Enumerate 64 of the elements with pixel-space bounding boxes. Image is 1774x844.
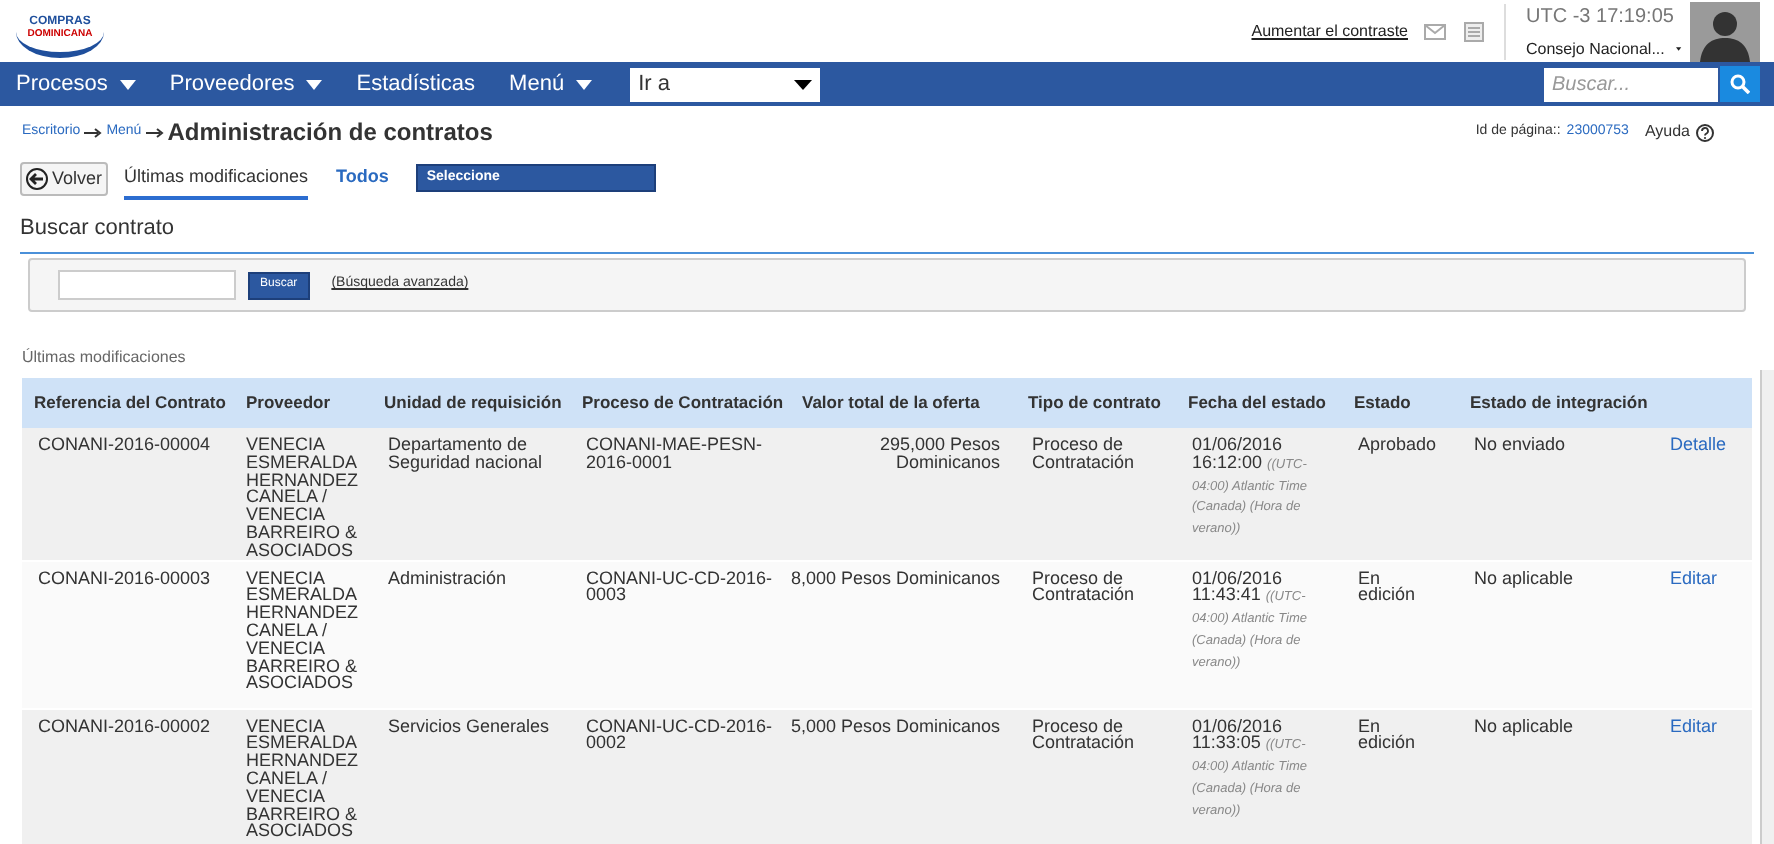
table-cell: CONANI-2016-00002 <box>38 715 211 736</box>
table-cell: VENECIA ESMERALDA HERNANDEZ CANELA / VENECIA BARREIRO & ASOCIADOS <box>246 434 359 560</box>
mail-icon[interactable] <box>1424 23 1446 39</box>
table-cell: Proceso de Contratación <box>1032 434 1135 472</box>
column-header: Unidad de requisición <box>372 378 570 428</box>
table-cell: En edición <box>1358 567 1416 605</box>
tab[interactable]: Últimas modificaciones <box>124 158 309 200</box>
section-title: Buscar contrato <box>20 216 175 240</box>
column-header: Proveedor <box>234 378 372 428</box>
help-icon[interactable] <box>1696 123 1714 141</box>
search-icon <box>1730 74 1750 94</box>
back-button[interactable]: Volver <box>20 162 109 196</box>
nav-menu-item[interactable]: Menú <box>509 67 593 101</box>
table-cell: 295,000 Pesos Dominicanos <box>879 434 1000 472</box>
table-cell: CONANI-UC-CD-2016-0002 <box>586 715 773 753</box>
timezone-label: UTC -3 <box>1526 5 1591 27</box>
nav-menu-item[interactable]: Proveedores <box>169 67 323 101</box>
search-field[interactable]: Buscar... <box>1544 67 1718 101</box>
goto-select[interactable]: Ir a <box>630 67 821 101</box>
caret-icon <box>794 79 813 89</box>
contrast-link[interactable]: Aumentar el contraste <box>1251 19 1408 43</box>
clock-time: 17:19:05 <box>1596 5 1674 27</box>
nav-menu-item[interactable]: Procesos <box>16 67 136 101</box>
table-cell: 5,000 Pesos Dominicanos <box>790 715 1000 736</box>
table-cell: No aplicable <box>1474 715 1574 736</box>
table-cell: Servicios Generales <box>388 715 550 736</box>
back-arrow-icon <box>26 168 48 190</box>
column-header: Valor total de la oferta <box>790 378 1016 428</box>
row-action-link[interactable]: Editar <box>1670 715 1718 736</box>
table-cell: CONANI-UC-CD-2016-0003 <box>586 567 773 605</box>
table-cell: CONANI-MAE-PESN-2016-0001 <box>586 434 763 472</box>
arrow-icon <box>145 127 164 137</box>
column-header: Referencia del Contrato <box>22 378 234 428</box>
table-cell: VENECIA ESMERALDA HERNANDEZ CANELA / VENECIA BARREIRO & ASOCIADOS <box>246 715 359 841</box>
table-cell: Aprobado <box>1358 434 1437 454</box>
table-cell: Proceso de Contratación <box>1032 715 1135 753</box>
contract-search-field[interactable] <box>58 270 236 300</box>
arrow-icon <box>84 127 103 137</box>
column-header: Tipo de contrato <box>1016 378 1176 428</box>
nav-menu-item[interactable]: Estadísticas <box>356 67 476 101</box>
table-cell: CONANI-2016-00004 <box>38 434 211 454</box>
table-cell: En edición <box>1358 715 1416 753</box>
column-header: Fecha del estado <box>1176 378 1342 428</box>
row-action-link[interactable]: Editar <box>1670 567 1718 588</box>
table-cell: Administración <box>388 567 507 588</box>
table-cell: Proceso de Contratación <box>1032 567 1135 605</box>
column-header: Proceso de Contratación <box>570 378 790 428</box>
column-header: Estado de integración <box>1458 378 1658 428</box>
table-cell: CONANI-2016-00003 <box>38 567 211 588</box>
table-cell: No enviado <box>1474 434 1566 454</box>
table-cell: No aplicable <box>1474 567 1574 588</box>
table-cell: 8,000 Pesos Dominicanos <box>790 567 1000 588</box>
tab[interactable]: Todos <box>336 158 389 200</box>
table-cell: VENECIA ESMERALDA HERNANDEZ CANELA / VENECIA BARREIRO & ASOCIADOS <box>246 567 359 693</box>
page-title: Administración de contratos <box>167 116 493 150</box>
help-link[interactable]: Ayuda <box>1644 120 1690 144</box>
search-button[interactable] <box>1720 66 1760 102</box>
column-header: Estado <box>1342 378 1458 428</box>
document-icon[interactable] <box>1464 21 1484 41</box>
list-title: Últimas modificaciones <box>22 346 186 370</box>
row-action-link[interactable]: Detalle <box>1670 434 1727 454</box>
avatar-icon[interactable] <box>1690 1 1760 61</box>
table-cell: Departamento de Seguridad nacional <box>388 434 543 472</box>
user-menu[interactable]: Consejo Nacional... <box>1526 37 1682 61</box>
